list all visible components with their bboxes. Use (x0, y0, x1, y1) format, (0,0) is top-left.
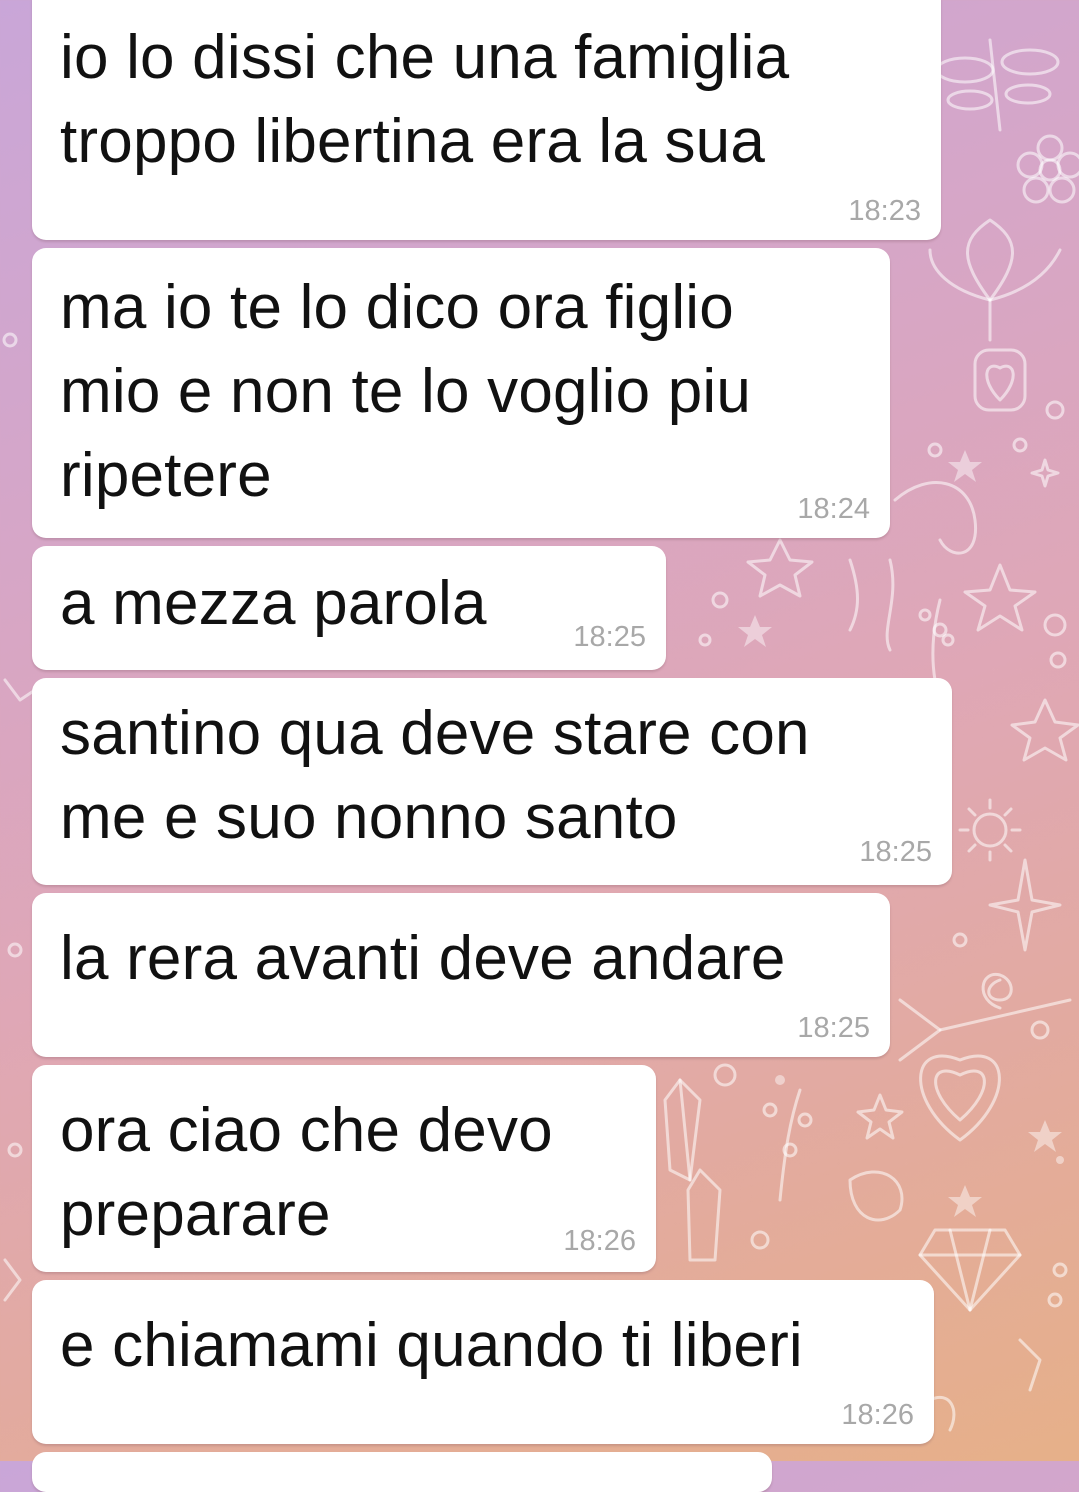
message-text: la rera avanti deve andare (60, 924, 786, 993)
message-time: 18:23 (848, 195, 921, 227)
message-time: 18:25 (573, 621, 646, 653)
message-time: 18:26 (841, 1399, 914, 1431)
message-bubble[interactable]: ora ciao che devo preparare 18:26 (32, 1065, 656, 1272)
message-text: santino qua deve stare con me e suo nonn… (60, 699, 810, 852)
message-text: ma io te lo dico ora figlio mio e non te… (60, 273, 752, 510)
message-bubble[interactable]: la rera avanti deve andare 18:25 (32, 893, 890, 1057)
message-text: io lo dissi che una famiglia troppo libe… (60, 23, 790, 176)
message-bubble[interactable]: e chiamami quando ti liberi 18:26 (32, 1280, 934, 1444)
message-bubble[interactable]: santino qua deve stare con me e suo nonn… (32, 678, 952, 885)
message-bubble[interactable]: ma io te lo dico ora figlio mio e non te… (32, 248, 890, 538)
message-bubble[interactable]: a mezza parola 18:25 (32, 546, 666, 670)
message-text: e chiamami quando ti liberi (60, 1311, 803, 1380)
message-time: 18:25 (797, 1012, 870, 1044)
message-bubble-partial (32, 1452, 772, 1492)
message-time: 18:26 (563, 1225, 636, 1257)
message-bubble[interactable]: io lo dissi che una famiglia troppo libe… (32, 0, 941, 240)
message-time: 18:25 (859, 836, 932, 868)
message-text: ora ciao che devo preparare (60, 1096, 553, 1249)
message-text: a mezza parola (60, 569, 487, 638)
message-list: io lo dissi che una famiglia troppo libe… (0, 0, 1079, 1492)
message-time: 18:24 (797, 493, 870, 525)
